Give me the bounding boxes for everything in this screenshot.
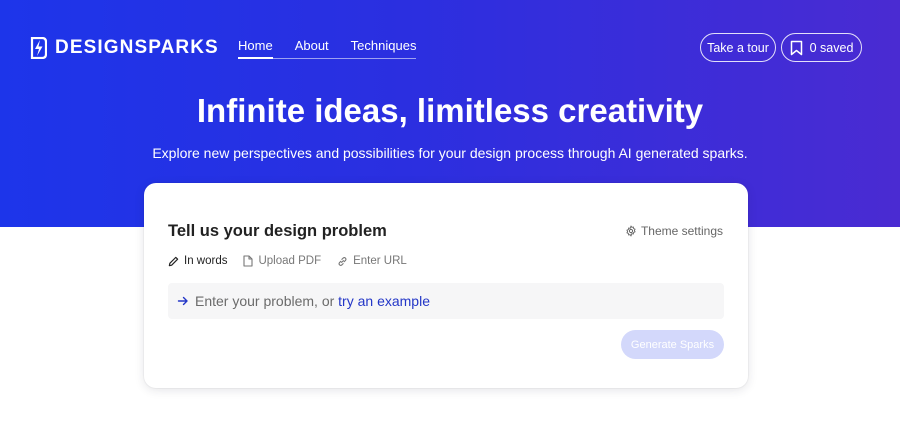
problem-input-placeholder: Enter your problem, or try an example xyxy=(195,293,430,309)
hero-title: Infinite ideas, limitless creativity xyxy=(196,92,704,129)
problem-input[interactable]: Enter your problem, or try an example xyxy=(168,283,724,319)
tab-in-words-label: In words xyxy=(184,255,228,267)
tab-enter-url[interactable]: Enter URL xyxy=(337,255,407,267)
bolt-icon xyxy=(30,37,47,59)
nav-item-about[interactable]: About xyxy=(295,38,329,56)
brand-name: DESIGNSPARKS xyxy=(55,37,219,58)
bookmark-icon xyxy=(790,40,802,55)
generate-sparks-label: Generate Sparks xyxy=(630,338,715,351)
saved-button[interactable]: 0 saved xyxy=(781,33,862,62)
input-mode-tabs: In words Upload PDF Enter URL xyxy=(168,255,407,267)
tab-upload-pdf-label: Upload PDF xyxy=(258,255,322,267)
nav-item-techniques[interactable]: Techniques xyxy=(351,38,417,56)
file-icon xyxy=(243,255,254,267)
design-problem-card: Tell us your design problem Theme settin… xyxy=(144,183,748,388)
arrow-right-icon xyxy=(177,296,188,306)
nav-item-home[interactable]: Home xyxy=(238,38,273,59)
card-title: Tell us your design problem xyxy=(168,222,387,240)
theme-settings-button[interactable]: Theme settings xyxy=(625,224,723,238)
tab-in-words[interactable]: In words xyxy=(168,255,227,267)
take-tour-label: Take a tour xyxy=(707,40,769,55)
saved-count-label: 0 saved xyxy=(809,40,854,55)
main-nav: Home About Techniques xyxy=(238,38,417,59)
tab-upload-pdf[interactable]: Upload PDF xyxy=(243,255,321,267)
pencil-icon xyxy=(168,256,179,266)
try-example-link[interactable]: try an example xyxy=(338,293,430,309)
take-tour-button[interactable]: Take a tour xyxy=(700,33,776,62)
gear-icon xyxy=(626,225,636,237)
hero-subtitle: Explore new perspectives and possibiliti… xyxy=(152,145,748,161)
generate-sparks-button[interactable]: Generate Sparks xyxy=(621,330,724,359)
tab-enter-url-label: Enter URL xyxy=(353,255,407,267)
link-icon xyxy=(338,256,347,266)
theme-settings-label: Theme settings xyxy=(640,224,723,238)
brand-logo[interactable]: DESIGNSPARKS xyxy=(30,36,219,60)
